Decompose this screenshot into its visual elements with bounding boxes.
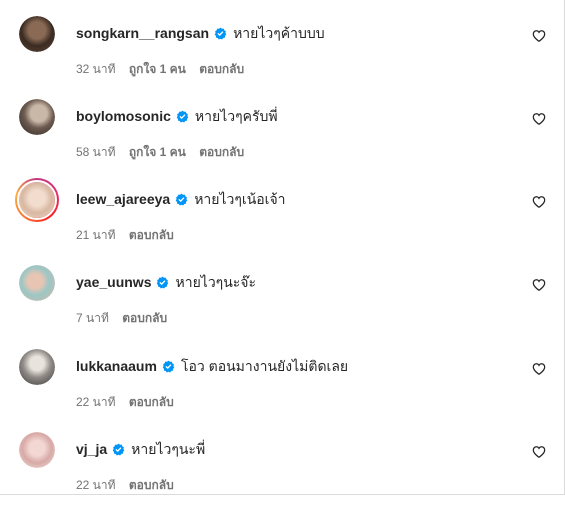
comment-time[interactable]: 58 นาที <box>76 145 116 159</box>
comment-text: หายไวๆเน้อเจ้า <box>194 191 286 207</box>
comment-text: หายไวๆครับพี่ <box>194 108 278 124</box>
comment-text: หายไวๆนะพี่ <box>131 441 206 457</box>
comment-text: หายไวๆค้าบบบ <box>233 25 325 41</box>
comment-username[interactable]: vj_ja <box>76 440 107 458</box>
verified-badge-icon <box>176 110 189 122</box>
comment-time[interactable]: 32 นาที <box>76 62 116 76</box>
avatar-story-ring[interactable] <box>15 178 59 222</box>
verified-badge-icon <box>162 360 175 372</box>
comment-username[interactable]: leew_ajareeya <box>76 190 170 208</box>
comment-likes[interactable]: ถูกใจ 1 คน <box>129 62 186 76</box>
comment-time[interactable]: 21 นาที <box>76 228 116 242</box>
reply-button[interactable]: ตอบกลับ <box>122 311 167 325</box>
comment-text: หายไวๆนะจ๊ะ <box>175 274 257 290</box>
comment-username[interactable]: songkarn__rangsan <box>76 24 209 42</box>
comment-item: vj_ja หายไวๆนะพี่ 22 นาที ตอบกลับ <box>0 432 565 515</box>
heart-outline-icon[interactable] <box>532 195 546 209</box>
reply-button[interactable]: ตอบกลับ <box>199 145 244 159</box>
comment-item: songkarn__rangsan หายไวๆค้าบบบ 32 นาที ถ… <box>0 16 565 99</box>
reply-button[interactable]: ตอบกลับ <box>129 478 174 492</box>
comment-text: โอว ตอนมางานยังไม่ติดเลย <box>180 358 349 374</box>
avatar[interactable] <box>19 16 55 52</box>
avatar[interactable] <box>19 265 55 301</box>
heart-outline-icon[interactable] <box>532 112 546 126</box>
comment-item: lukkanaaum โอว ตอนมางานยังไม่ติดเลย 22 น… <box>0 349 565 432</box>
avatar[interactable] <box>19 432 55 468</box>
heart-outline-icon[interactable] <box>532 29 546 43</box>
reply-button[interactable]: ตอบกลับ <box>199 62 244 76</box>
comment-item: boylomosonic หายไวๆครับพี่ 58 นาที ถูกใจ… <box>0 99 565 182</box>
avatar[interactable] <box>19 349 55 385</box>
comment-time[interactable]: 7 นาที <box>76 311 109 325</box>
heart-outline-icon[interactable] <box>532 445 546 459</box>
heart-outline-icon[interactable] <box>532 278 546 292</box>
verified-badge-icon <box>157 276 169 288</box>
reply-button[interactable]: ตอบกลับ <box>129 395 174 409</box>
avatar[interactable] <box>19 99 55 135</box>
reply-button[interactable]: ตอบกลับ <box>129 228 174 242</box>
verified-badge-icon <box>214 27 227 39</box>
comment-item: leew_ajareeya หายไวๆเน้อเจ้า 21 นาที ตอบ… <box>0 178 565 265</box>
verified-badge-icon <box>175 193 188 205</box>
comment-username[interactable]: lukkanaaum <box>76 357 157 375</box>
comment-time[interactable]: 22 นาที <box>76 478 116 492</box>
comment-username[interactable]: yae_uunws <box>76 273 151 291</box>
comment-time[interactable]: 22 นาที <box>76 395 116 409</box>
verified-badge-icon <box>112 443 125 455</box>
comments-panel: songkarn__rangsan หายไวๆค้าบบบ 32 นาที ถ… <box>0 0 565 495</box>
comment-item: yae_uunws หายไวๆนะจ๊ะ 7 นาที ตอบกลับ <box>0 265 565 348</box>
heart-outline-icon[interactable] <box>532 362 546 376</box>
comment-likes[interactable]: ถูกใจ 1 คน <box>129 145 186 159</box>
comment-username[interactable]: boylomosonic <box>76 107 171 125</box>
